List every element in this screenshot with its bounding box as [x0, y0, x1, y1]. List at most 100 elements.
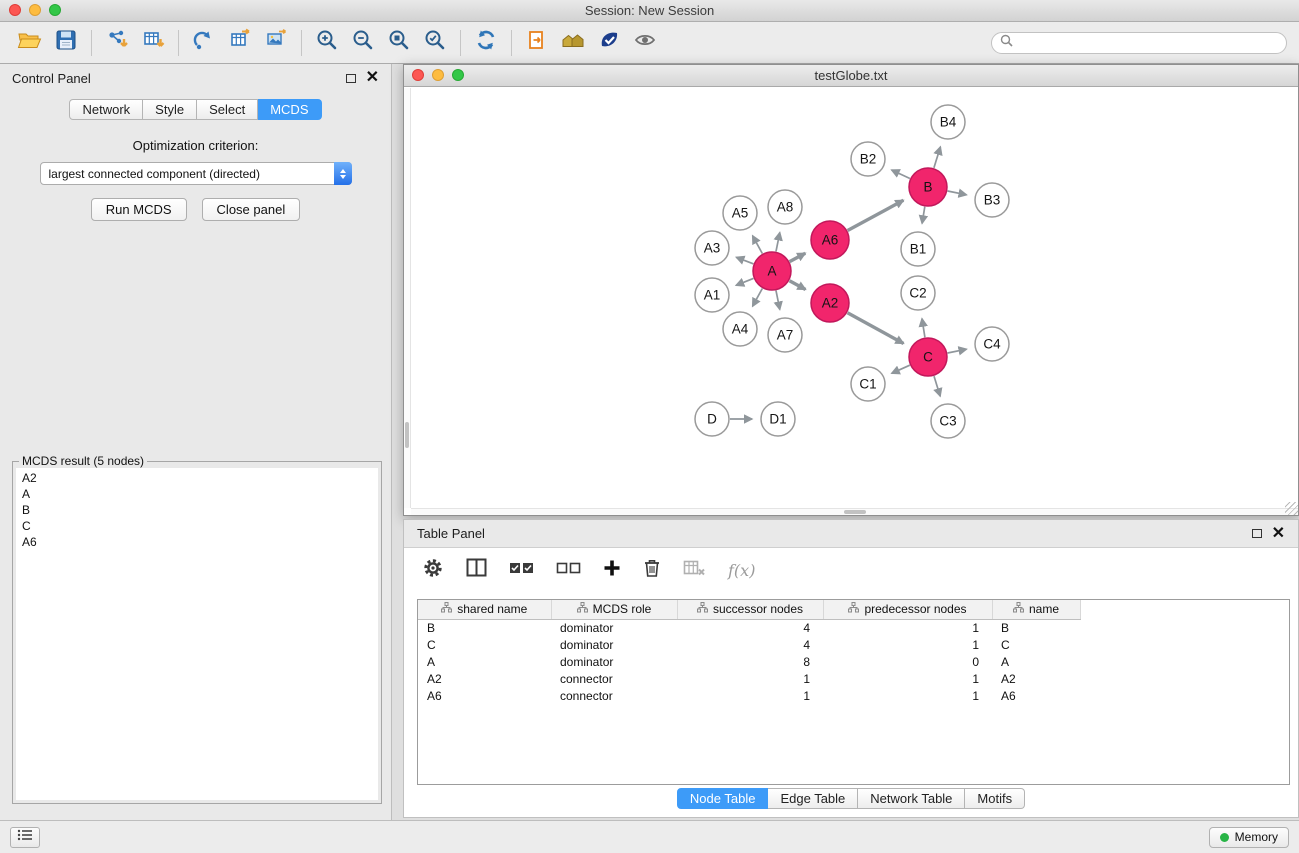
network-node-B2[interactable]: B2: [851, 142, 885, 176]
table-cell[interactable]: 0: [823, 653, 992, 670]
network-node-B4[interactable]: B4: [931, 105, 965, 139]
table-row[interactable]: Cdominator41C: [418, 636, 1080, 653]
control-tab-mcds[interactable]: MCDS: [258, 99, 321, 120]
table-cell[interactable]: C: [992, 636, 1080, 653]
table-cell[interactable]: dominator: [551, 653, 677, 670]
column-header-shared-name[interactable]: shared name: [418, 600, 551, 619]
table-cell[interactable]: A2: [992, 670, 1080, 687]
network-edge-A6-B[interactable]: [848, 200, 904, 230]
function-builder-button[interactable]: f(x): [728, 561, 755, 580]
network-edge-B-B1[interactable]: [922, 207, 925, 224]
network-node-A5[interactable]: A5: [723, 196, 757, 230]
import-network-button[interactable]: [99, 27, 135, 59]
table-tab-network-table[interactable]: Network Table: [858, 788, 965, 809]
network-edge-A-A6[interactable]: [790, 253, 806, 261]
network-edge-A-A4[interactable]: [753, 289, 763, 307]
table-cell[interactable]: dominator: [551, 619, 677, 636]
network-edge-A-A2[interactable]: [790, 281, 806, 290]
network-close-button[interactable]: [412, 69, 424, 81]
table-cell[interactable]: 1: [823, 687, 992, 704]
column-header-name[interactable]: name: [992, 600, 1080, 619]
float-table-panel-icon[interactable]: [1252, 529, 1262, 538]
export-network-button[interactable]: [186, 27, 222, 59]
export-table-button[interactable]: [222, 27, 258, 59]
table-cell[interactable]: B: [992, 619, 1080, 636]
table-tab-node-table[interactable]: Node Table: [677, 788, 769, 809]
mcds-result-list[interactable]: A2ABCA6: [16, 468, 378, 800]
network-edge-A-A8[interactable]: [776, 233, 780, 252]
network-node-C1[interactable]: C1: [851, 367, 885, 401]
combo-stepper-icon[interactable]: [334, 162, 352, 185]
network-edge-C-C3[interactable]: [934, 376, 940, 396]
network-minimize-button[interactable]: [432, 69, 444, 81]
table-cell[interactable]: dominator: [551, 636, 677, 653]
network-canvas[interactable]: B4B2BB3A8A5A6A3B1AC2A1A2A4A7C4CC1C3DD1: [404, 88, 1298, 515]
network-node-D[interactable]: D: [695, 402, 729, 436]
search-input[interactable]: [1018, 35, 1278, 51]
network-node-A3[interactable]: A3: [695, 231, 729, 265]
close-panel-button[interactable]: Close panel: [202, 198, 301, 221]
import-table-button[interactable]: [135, 27, 171, 59]
task-history-button[interactable]: [10, 827, 40, 848]
table-cell[interactable]: connector: [551, 687, 677, 704]
open-in-browser-button[interactable]: [519, 27, 555, 59]
network-edge-C-C4[interactable]: [948, 349, 967, 353]
control-tab-network[interactable]: Network: [69, 99, 143, 120]
table-cell[interactable]: connector: [551, 670, 677, 687]
criterion-select[interactable]: largest connected component (directed): [40, 162, 352, 185]
control-tab-style[interactable]: Style: [143, 99, 197, 120]
horizontal-scroll-thumb[interactable]: [844, 510, 866, 514]
vertical-scroll-thumb[interactable]: [405, 422, 409, 448]
delete-table-button[interactable]: [683, 560, 706, 581]
network-node-A8[interactable]: A8: [768, 190, 802, 224]
search-field[interactable]: [991, 32, 1287, 54]
network-node-C2[interactable]: C2: [901, 276, 935, 310]
close-table-panel-icon[interactable]: ✕: [1272, 529, 1285, 539]
network-edge-A-A7[interactable]: [776, 291, 780, 310]
network-node-C[interactable]: C: [909, 338, 947, 376]
network-node-A1[interactable]: A1: [695, 278, 729, 312]
memory-button[interactable]: Memory: [1209, 827, 1289, 848]
float-panel-icon[interactable]: [346, 74, 356, 83]
network-vertical-scrollbar[interactable]: [404, 88, 411, 508]
table-row[interactable]: Adominator80A: [418, 653, 1080, 670]
zoom-selected-button[interactable]: [417, 27, 453, 59]
network-window-titlebar[interactable]: testGlobe.txt: [404, 65, 1298, 87]
network-horizontal-scrollbar[interactable]: [411, 508, 1298, 515]
zoom-fit-button[interactable]: [381, 27, 417, 59]
mcds-result-item[interactable]: B: [22, 502, 372, 518]
deselect-all-button[interactable]: [556, 561, 581, 580]
table-row[interactable]: A2connector11A2: [418, 670, 1080, 687]
network-graph[interactable]: B4B2BB3A8A5A6A3B1AC2A1A2A4A7C4CC1C3DD1: [411, 88, 1293, 515]
table-cell[interactable]: A6: [992, 687, 1080, 704]
table-cell[interactable]: A: [418, 653, 551, 670]
network-zoom-button[interactable]: [452, 69, 464, 81]
zoom-out-button[interactable]: [345, 27, 381, 59]
network-node-C4[interactable]: C4: [975, 327, 1009, 361]
control-tab-select[interactable]: Select: [197, 99, 258, 120]
table-tab-motifs[interactable]: Motifs: [965, 788, 1025, 809]
network-edge-A-A1[interactable]: [736, 278, 753, 285]
table-cell[interactable]: 1: [823, 619, 992, 636]
network-edge-A2-C[interactable]: [848, 313, 904, 344]
window-resize-grip[interactable]: [1285, 502, 1298, 515]
mcds-result-item[interactable]: C: [22, 518, 372, 534]
apply-style-button[interactable]: [591, 27, 627, 59]
network-edge-B-B3[interactable]: [948, 191, 967, 195]
table-row[interactable]: A6connector11A6: [418, 687, 1080, 704]
table-settings-button[interactable]: [422, 557, 444, 584]
network-edge-B-B4[interactable]: [934, 147, 941, 168]
table-cell[interactable]: A2: [418, 670, 551, 687]
network-node-A6[interactable]: A6: [811, 221, 849, 259]
network-edge-A-A5[interactable]: [753, 236, 763, 254]
network-edge-B-B2[interactable]: [892, 170, 910, 179]
network-node-A7[interactable]: A7: [768, 318, 802, 352]
mcds-result-item[interactable]: A: [22, 486, 372, 502]
table-cell[interactable]: 4: [677, 636, 823, 653]
table-cell[interactable]: 1: [823, 636, 992, 653]
network-edge-C-C2[interactable]: [922, 319, 925, 338]
open-session-button[interactable]: [12, 27, 48, 59]
column-header-predecessor-nodes[interactable]: predecessor nodes: [823, 600, 992, 619]
run-mcds-button[interactable]: Run MCDS: [91, 198, 187, 221]
window-titlebar[interactable]: Session: New Session: [0, 0, 1299, 22]
